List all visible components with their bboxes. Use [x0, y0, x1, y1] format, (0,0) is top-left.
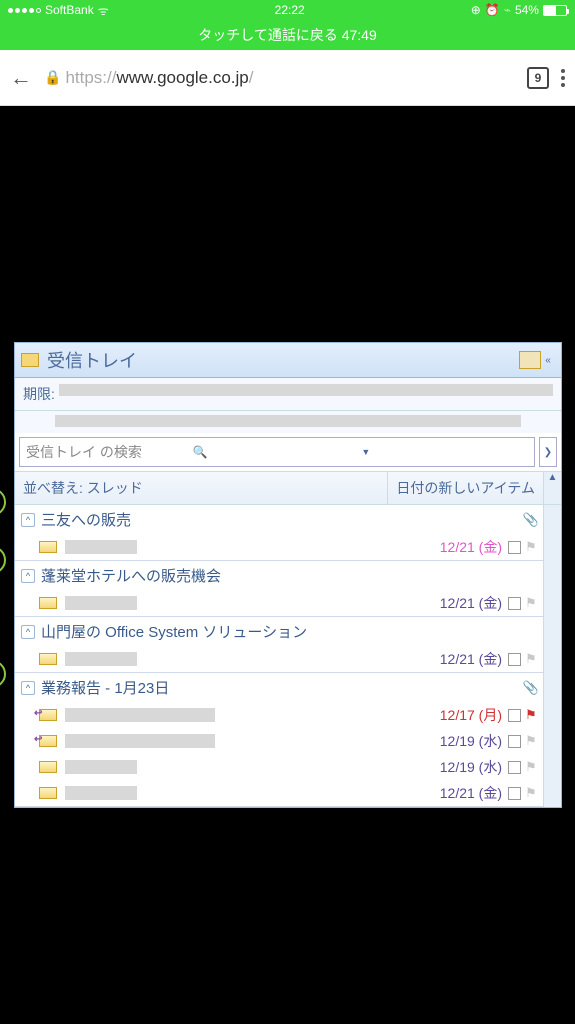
envelope-icon	[39, 787, 57, 799]
message-date: 12/21 (金)	[440, 649, 502, 669]
folder-icon	[21, 353, 39, 367]
redacted-sender	[65, 734, 215, 748]
message-date: 12/19 (水)	[440, 757, 502, 777]
message-date: 12/21 (金)	[440, 593, 502, 613]
expand-button[interactable]: «	[541, 355, 555, 366]
envelope-icon	[39, 597, 57, 609]
envelope-icon	[39, 709, 57, 721]
thread-subject: 山門屋の Office System ソリューション	[41, 621, 307, 642]
checkbox[interactable]	[508, 735, 521, 748]
wifi-icon: ᯤ	[98, 2, 109, 19]
envelope-icon	[39, 761, 57, 773]
flag-icon[interactable]: ⚑	[525, 595, 539, 611]
search-input[interactable]: 受信トレイ の検索 🔍 ▼	[19, 437, 535, 467]
message-row[interactable]: 12/21 (金) ⚑	[15, 590, 561, 616]
thread[interactable]: ^業務報告 - 1月23日📎12/17 (月)⚑12/19 (水)⚑12/19 …	[15, 673, 561, 807]
browser-toolbar: ← 🔒 https://www.google.co.jp/ 9	[0, 50, 575, 106]
message-row[interactable]: 12/21 (金) ⚑	[15, 534, 561, 560]
message-row[interactable]: 12/21 (金) ⚑	[15, 646, 561, 672]
menu-button[interactable]	[561, 69, 565, 87]
checkbox[interactable]	[508, 787, 521, 800]
envelope-icon	[39, 541, 57, 553]
alarm-icon: ⏰	[485, 3, 500, 17]
battery-percent: 54%	[515, 3, 539, 17]
expand-search[interactable]: ❯	[539, 437, 557, 467]
thread-subject: 蓬莱堂ホテルへの販売機会	[41, 565, 221, 586]
header-action[interactable]	[519, 351, 541, 369]
redacted-sender	[65, 708, 215, 722]
envelope-icon	[39, 735, 57, 747]
checkbox[interactable]	[508, 709, 521, 722]
flag-icon[interactable]: ⚑	[525, 707, 539, 723]
checkbox[interactable]	[508, 597, 521, 610]
tabs-button[interactable]: 9	[527, 67, 549, 89]
call-return-text: タッチして通話に戻る 47:49	[198, 25, 377, 45]
deadline-row: 期限:	[15, 378, 561, 411]
collapse-icon[interactable]: ^	[21, 569, 35, 583]
message-row[interactable]: 12/19 (水) ⚑	[15, 728, 561, 754]
message-date: 12/19 (水)	[440, 731, 502, 751]
redacted-sender	[65, 596, 137, 610]
envelope-icon	[39, 653, 57, 665]
sort-header[interactable]: 並べ替え: スレッド 日付の新しいアイテム ▲	[15, 471, 561, 505]
thread[interactable]: ^ 山門屋の Office System ソリューション 12/21 (金) ⚑	[15, 617, 561, 673]
annotation-circle-2: 2	[0, 546, 6, 574]
sort-order[interactable]: 日付の新しいアイテム	[388, 472, 543, 504]
redacted-sender	[65, 760, 137, 774]
message-row[interactable]: 12/19 (水) ⚑	[15, 754, 561, 780]
inbox-header: 受信トレイ «	[15, 343, 561, 378]
collapse-icon[interactable]: ^	[21, 625, 35, 639]
outlook-panel: 1 2 3 受信トレイ « 期限: 受信トレイ の検索 🔍 ▼ ❯ 並べ替え: …	[14, 342, 562, 808]
search-icon[interactable]: 🔍	[193, 445, 360, 459]
collapse-icon[interactable]: ^	[21, 681, 35, 695]
sort-by[interactable]: 並べ替え: スレッド	[15, 472, 388, 504]
annotation-circle-3: 3	[0, 660, 6, 688]
search-placeholder: 受信トレイ の検索	[26, 442, 193, 462]
scroll-up[interactable]: ▲	[543, 472, 561, 504]
thread-subject: 三友への販売	[41, 509, 131, 530]
message-date: 12/21 (金)	[440, 537, 502, 557]
signal-dots	[8, 8, 41, 13]
flag-icon[interactable]: ⚑	[525, 733, 539, 749]
lock-icon: ⊕	[471, 3, 481, 17]
call-return-bar[interactable]: タッチして通話に戻る 47:49	[0, 20, 575, 50]
status-bar: SoftBank ᯤ 22:22 ⊕ ⏰ ⌁ 54%	[0, 0, 575, 20]
deadline-label: 期限:	[23, 384, 55, 404]
clock: 22:22	[275, 3, 305, 17]
attachment-icon: 📎	[523, 680, 539, 696]
redacted-text	[59, 384, 553, 396]
battery-icon	[543, 5, 567, 16]
flag-icon[interactable]: ⚑	[525, 539, 539, 555]
flag-icon[interactable]: ⚑	[525, 759, 539, 775]
thread-list: ^ 三友への販売 📎 12/21 (金) ⚑ ^ 蓬莱堂ホテルへの販売機会 12/21 (金)…	[15, 505, 561, 807]
checkbox[interactable]	[508, 653, 521, 666]
thread[interactable]: ^ 蓬莱堂ホテルへの販売機会 12/21 (金) ⚑	[15, 561, 561, 617]
message-date: 12/21 (金)	[440, 783, 502, 803]
thread[interactable]: ^ 三友への販売 📎 12/21 (金) ⚑	[15, 505, 561, 561]
flag-icon[interactable]: ⚑	[525, 651, 539, 667]
inbox-title: 受信トレイ	[47, 347, 517, 373]
back-button[interactable]: ←	[10, 65, 32, 91]
scrollbar[interactable]	[543, 505, 561, 807]
flag-icon[interactable]: ⚑	[525, 785, 539, 801]
message-row[interactable]: 12/17 (月) ⚑	[15, 702, 561, 728]
search-dropdown[interactable]: ▼	[361, 447, 528, 457]
annotation-circle-1: 1	[0, 488, 6, 516]
message-row[interactable]: 12/21 (金) ⚑	[15, 780, 561, 806]
thread-subject: 業務報告 - 1月23日	[41, 677, 169, 698]
redacted-text	[55, 415, 521, 427]
redacted-sender	[65, 652, 137, 666]
collapse-icon[interactable]: ^	[21, 513, 35, 527]
carrier: SoftBank	[45, 3, 94, 17]
address-bar[interactable]: 🔒 https://www.google.co.jp/	[44, 68, 515, 88]
checkbox[interactable]	[508, 541, 521, 554]
redacted-sender	[65, 786, 137, 800]
bluetooth-icon: ⌁	[504, 3, 511, 17]
redacted-sender	[65, 540, 137, 554]
checkbox[interactable]	[508, 761, 521, 774]
lock-icon: 🔒	[44, 69, 61, 86]
message-date: 12/17 (月)	[440, 705, 502, 725]
attachment-icon: 📎	[523, 512, 539, 528]
